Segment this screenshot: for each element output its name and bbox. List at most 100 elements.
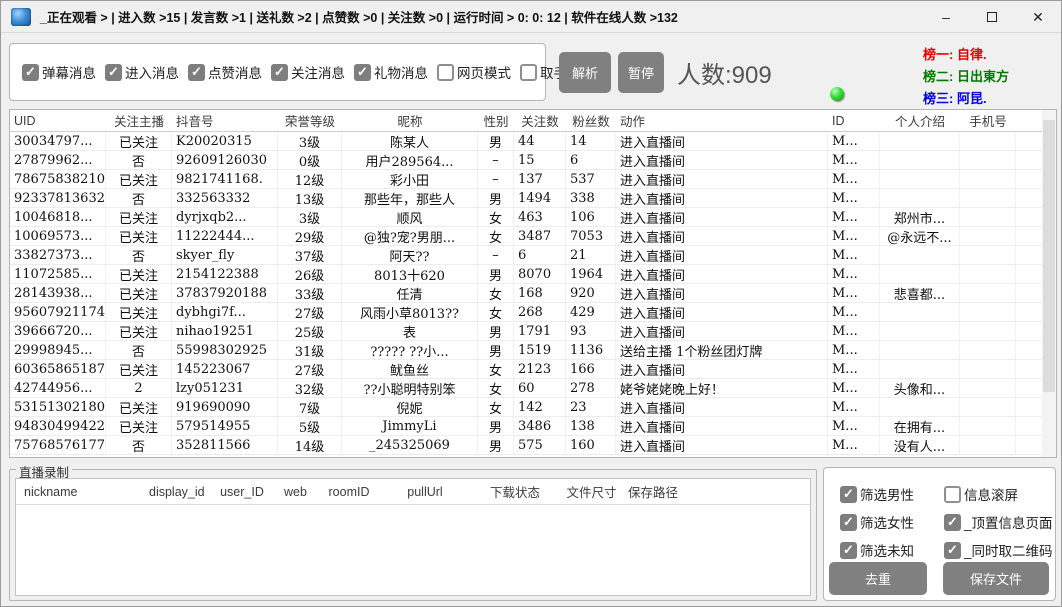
checkbox-checked-icon[interactable]: ✓ <box>944 542 961 559</box>
checkbox-unchecked-icon[interactable] <box>520 64 537 81</box>
table-scrollbar[interactable] <box>1042 110 1056 457</box>
message-checkbox[interactable]: ✓礼物消息 <box>354 62 428 82</box>
table-row[interactable]: 10046818...已关注dyrjxqb2...3级顺风女463106进入直播… <box>10 208 1056 227</box>
checkbox-checked-icon[interactable]: ✓ <box>105 64 122 81</box>
table-row[interactable]: 39666720...已关注nihao1925125级表男179193进入直播间… <box>10 322 1056 341</box>
checkbox-checked-icon[interactable]: ✓ <box>271 64 288 81</box>
table-cell: 92609126030 <box>172 151 278 169</box>
column-header[interactable]: 个人介绍 <box>880 111 960 130</box>
table-row[interactable]: 94830499422已关注5795149555级JimmyLi男3486138… <box>10 417 1056 436</box>
checkbox-checked-icon[interactable]: ✓ <box>188 64 205 81</box>
table-cell: 2123 <box>514 360 566 378</box>
column-header[interactable]: ID <box>828 114 880 128</box>
recording-column-header[interactable]: web <box>273 485 318 499</box>
message-checkbox[interactable]: 网页模式 <box>437 62 511 82</box>
table-row[interactable]: 10069573...已关注11222444...29级@独?宠?男朋...女3… <box>10 227 1056 246</box>
table-cell: 进入直播间 <box>616 189 828 207</box>
table-cell: 已关注 <box>106 303 172 321</box>
filter-checkbox[interactable]: ✓_同时取二维码 <box>944 540 1036 560</box>
checkbox-checked-icon[interactable]: ✓ <box>22 64 39 81</box>
message-checkbox-label: 网页模式 <box>457 62 511 82</box>
table-row[interactable]: 33827373...否skyer_fly37级阿天??–621进入直播间M..… <box>10 246 1056 265</box>
table-cell: 37837920188 <box>172 284 278 302</box>
column-header[interactable]: 粉丝数 <box>566 111 616 130</box>
window-close-button[interactable]: ✕ <box>1015 1 1061 33</box>
table-row[interactable]: 75768576177否35281156614级_245325069男57516… <box>10 436 1056 455</box>
column-header[interactable]: 荣誉等级 <box>278 111 342 130</box>
table-cell: 3级 <box>278 208 342 226</box>
message-checkbox[interactable]: ✓进入消息 <box>105 62 179 82</box>
table-cell: 顺风 <box>342 208 478 226</box>
checkbox-checked-icon[interactable]: ✓ <box>944 514 961 531</box>
recording-column-header[interactable]: display_id <box>146 485 211 499</box>
checkbox-checked-icon[interactable]: ✓ <box>840 542 857 559</box>
table-row[interactable]: 28143938...已关注3783792018833级任清女168920进入直… <box>10 284 1056 303</box>
table-cell <box>960 436 1016 454</box>
recording-column-header[interactable]: 文件尺寸 <box>560 482 623 501</box>
table-cell: 29998945... <box>10 341 106 359</box>
checkbox-unchecked-icon[interactable] <box>437 64 454 81</box>
table-row[interactable]: 30034797...已关注K200203153级陈某人男4414进入直播间M.… <box>10 132 1056 151</box>
recording-column-header[interactable]: pullUrl <box>380 485 470 499</box>
checkbox-checked-icon[interactable]: ✓ <box>354 64 371 81</box>
filter-checkbox[interactable]: 信息滚屏 <box>944 484 1036 504</box>
table-row[interactable]: 42744956...2lzy05123132级??小聪明特别笨女60278姥爷… <box>10 379 1056 398</box>
table-cell: 12级 <box>278 170 342 188</box>
table-row[interactable]: 92337813632否33256333213级那些年，那些人男1494338进… <box>10 189 1056 208</box>
column-header[interactable]: 关注数 <box>514 111 566 130</box>
window-maximize-button[interactable] <box>969 1 1015 33</box>
filter-checkbox[interactable]: ✓_顶置信息页面 <box>944 512 1036 532</box>
table-cell <box>960 303 1016 321</box>
column-header[interactable]: UID <box>10 114 106 128</box>
recording-column-header[interactable]: 保存路径 <box>623 482 683 501</box>
filter-checkbox[interactable]: ✓筛选未知 <box>840 540 935 560</box>
filter-checkbox[interactable]: ✓筛选女性 <box>840 512 935 532</box>
table-cell <box>1016 265 1044 283</box>
table-cell: ????? ??小... <box>342 341 478 359</box>
table-row[interactable]: 78675838210已关注9821741168.12级彩小田–137537进入… <box>10 170 1056 189</box>
recording-column-header[interactable]: user_ID <box>211 485 273 499</box>
table-cell <box>880 246 960 264</box>
table-cell: 7级 <box>278 398 342 416</box>
table-row[interactable]: 53151302180已关注9196900907级倪妮女14223进入直播间M.… <box>10 398 1056 417</box>
column-header[interactable]: 手机号 <box>960 111 1016 130</box>
pause-button[interactable]: 暂停 <box>618 52 664 93</box>
table-row[interactable]: 11072585...已关注215412238826级8013十620男8070… <box>10 265 1056 284</box>
parse-button[interactable]: 解析 <box>559 52 611 93</box>
table-cell: 女 <box>478 227 514 245</box>
window-minimize-button[interactable]: – <box>923 1 969 33</box>
message-checkbox[interactable]: ✓弹幕消息 <box>22 62 96 82</box>
message-checkbox[interactable]: ✓点赞消息 <box>188 62 262 82</box>
filter-checkbox[interactable]: ✓筛选男性 <box>840 484 935 504</box>
dedupe-button[interactable]: 去重 <box>829 562 927 595</box>
table-cell: 进入直播间 <box>616 284 828 302</box>
checkbox-unchecked-icon[interactable] <box>944 486 961 503</box>
table-cell: 37级 <box>278 246 342 264</box>
recording-column-header[interactable]: nickname <box>16 485 146 499</box>
column-header[interactable]: 关注主播 <box>106 111 172 130</box>
message-checkbox[interactable]: ✓关注消息 <box>271 62 345 82</box>
column-header[interactable]: 性别 <box>478 111 514 130</box>
table-cell: 那些年，那些人 <box>342 189 478 207</box>
table-cell: 10069573... <box>10 227 106 245</box>
table-row[interactable]: 60365865187已关注14522306727级鱿鱼丝女2123166进入直… <box>10 360 1056 379</box>
table-cell <box>880 360 960 378</box>
table-cell: 女 <box>478 398 514 416</box>
column-header[interactable]: 昵称 <box>342 111 478 130</box>
table-cell: 女 <box>478 284 514 302</box>
table-row[interactable]: 29998945...否5599830292531级????? ??小...男1… <box>10 341 1056 360</box>
recording-column-header[interactable]: 下载状态 <box>470 482 560 501</box>
table-cell: 1494 <box>514 189 566 207</box>
status-ball-icon <box>830 87 844 101</box>
table-row[interactable]: 27879962...否926091260300级用户289564...–156… <box>10 151 1056 170</box>
recording-column-header[interactable]: roomID <box>318 485 380 499</box>
save-file-button[interactable]: 保存文件 <box>943 562 1049 595</box>
table-cell <box>1016 436 1044 454</box>
column-header[interactable]: 抖音号 <box>172 111 278 130</box>
table-cell: 进入直播间 <box>616 246 828 264</box>
column-header[interactable]: 动作 <box>616 111 828 130</box>
checkbox-checked-icon[interactable]: ✓ <box>840 486 857 503</box>
table-row[interactable]: 95607921174已关注dybhgi7f...27级风雨小草8013??女2… <box>10 303 1056 322</box>
checkbox-checked-icon[interactable]: ✓ <box>840 514 857 531</box>
scrollbar-thumb[interactable] <box>1043 120 1055 392</box>
